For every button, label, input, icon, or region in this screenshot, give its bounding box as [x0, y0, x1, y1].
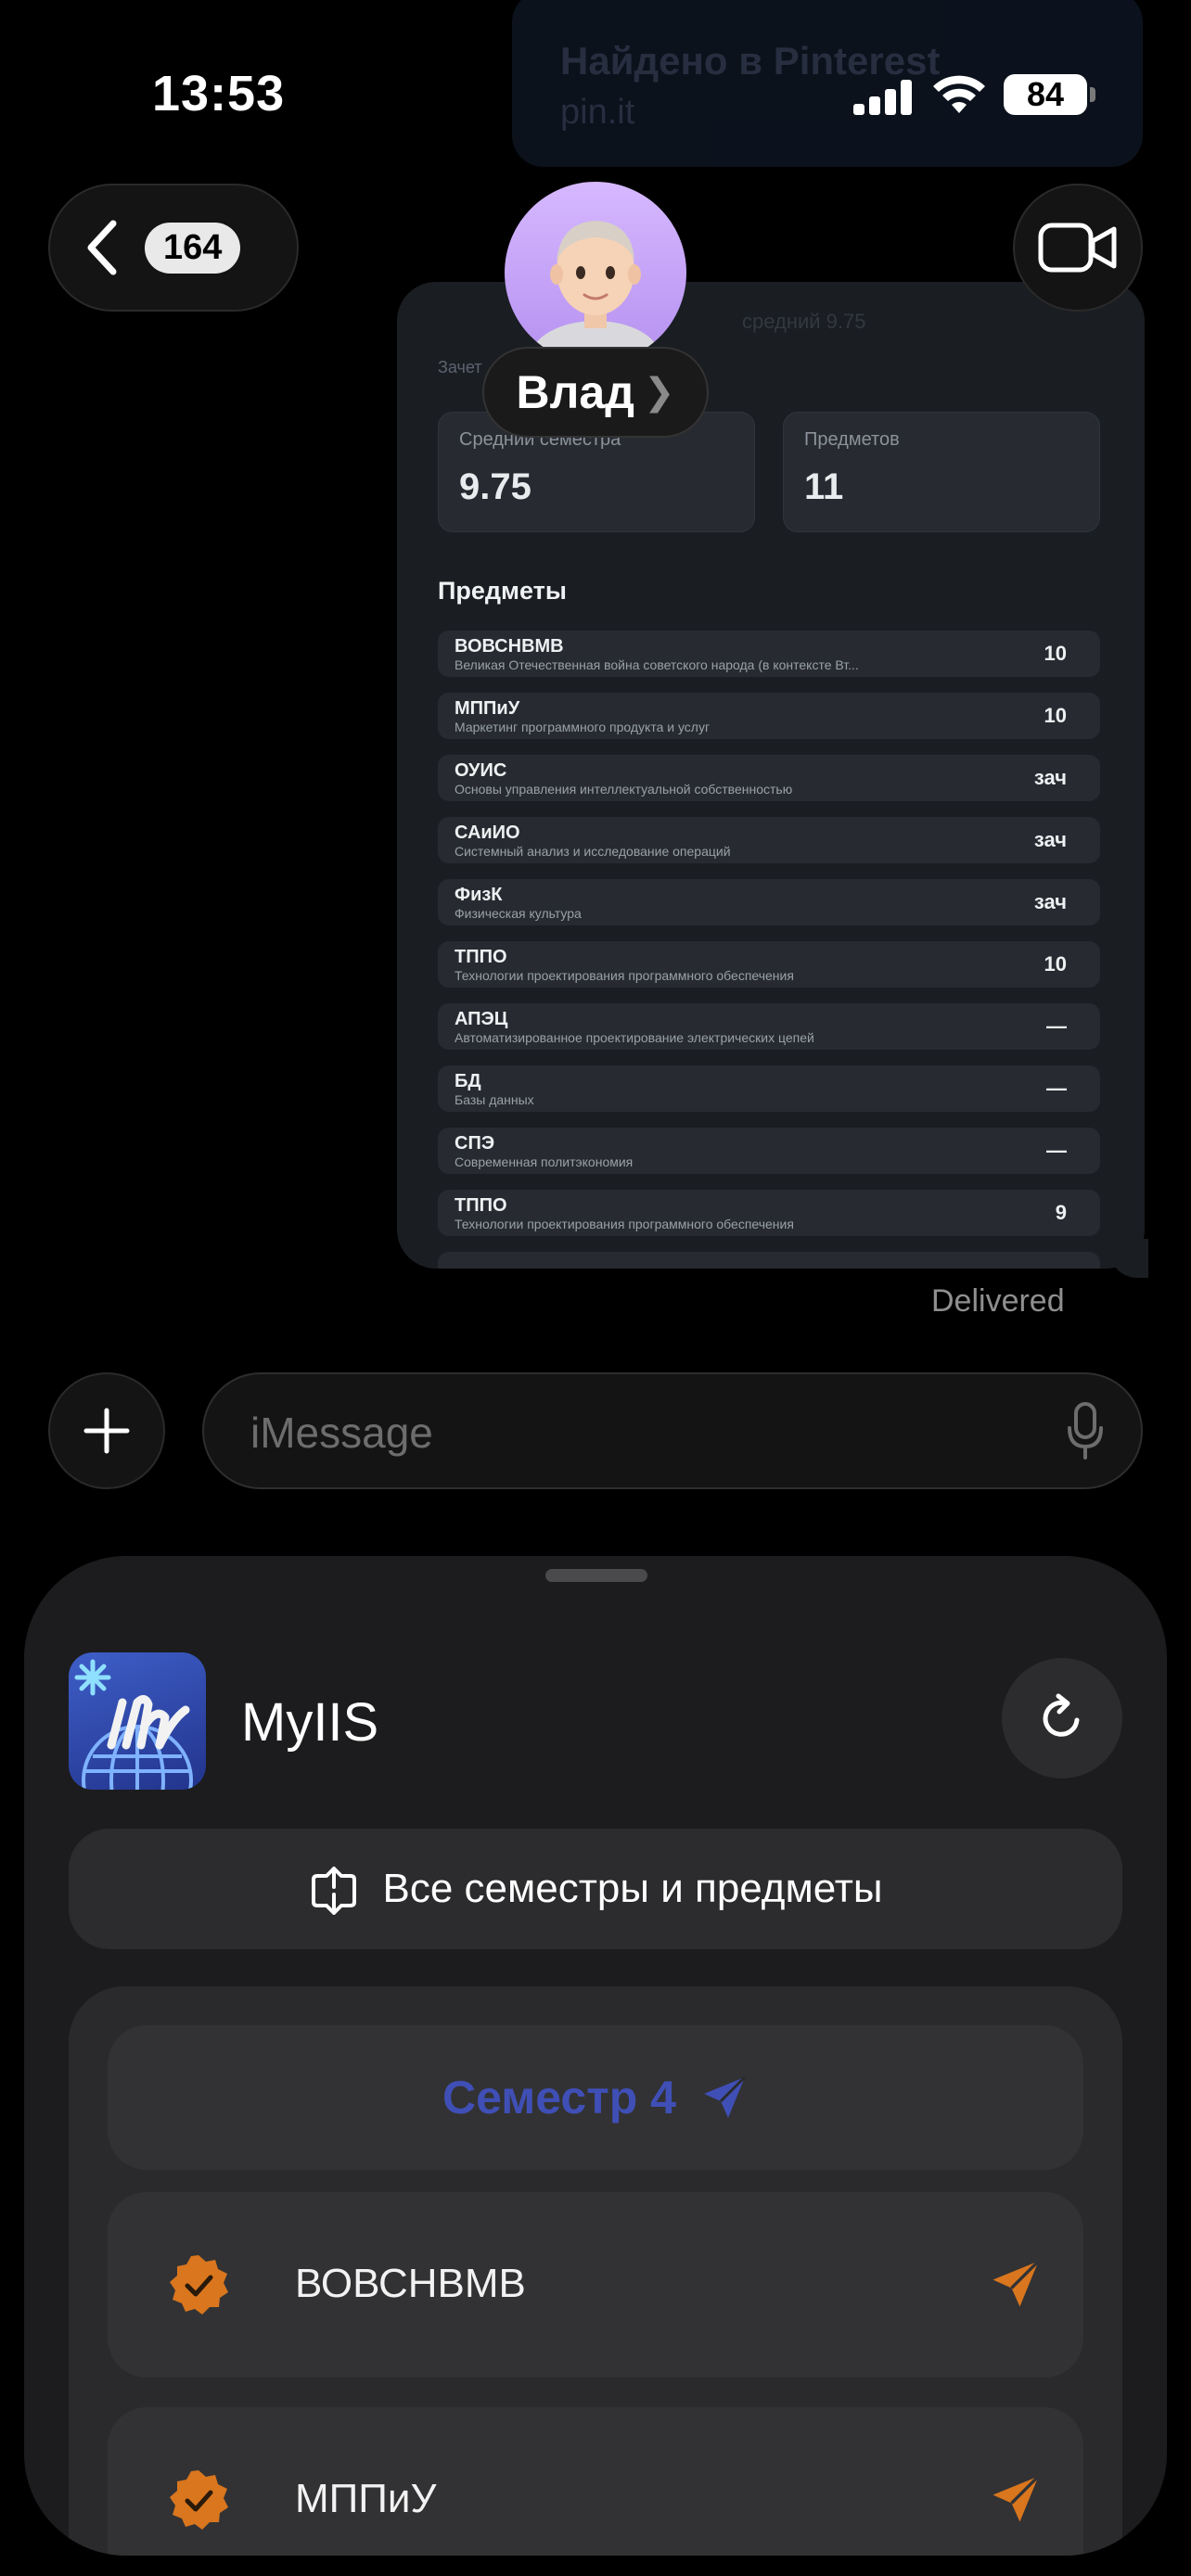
subject-name: Технологии проектирования программного о…: [455, 1217, 794, 1231]
memoji-avatar-icon: [531, 221, 660, 363]
subject-row: СПЭ Современная политэкономия —: [438, 1128, 1100, 1174]
subject-name: Маркетинг программного продукта и услуг: [455, 720, 711, 734]
wifi-icon: [933, 75, 985, 113]
subject-row-cutoff: [438, 1252, 1100, 1269]
subject-name: Технологии проектирования программного о…: [455, 968, 794, 983]
all-semesters-button[interactable]: Все семестры и предметы: [69, 1829, 1122, 1949]
subject-row: МППиУ Маркетинг программного продукта и …: [438, 693, 1100, 739]
section-label: Зачет: [438, 358, 482, 376]
refresh-button[interactable]: [1002, 1658, 1122, 1779]
subjects-heading: Предметы: [438, 577, 567, 605]
subject-item-label: ВОВСНВМВ: [295, 2261, 526, 2306]
subject-grade: зач: [1033, 766, 1067, 789]
subject-code: ВОВСНВМВ: [455, 636, 564, 657]
subject-code: ТППО: [455, 1195, 507, 1216]
back-button[interactable]: 164: [48, 184, 299, 312]
subject-code: СПЭ: [455, 1133, 495, 1154]
input-placeholder: iMessage: [250, 1409, 433, 1457]
subject-row: АПЭЦ Автоматизированное проектирование э…: [438, 1003, 1100, 1050]
subject-name: Системный анализ и исследование операций: [455, 844, 731, 859]
subject-row: ВОВСНВМВ Великая Отечественная война сов…: [438, 631, 1100, 677]
subject-row: БД Базы данных —: [438, 1065, 1100, 1112]
plus-icon: [83, 1408, 130, 1454]
subject-code: БД: [455, 1071, 481, 1091]
imessage-input[interactable]: iMessage: [202, 1372, 1143, 1489]
subject-name: Автоматизированное проектирование электр…: [455, 1030, 814, 1045]
facetime-video-button[interactable]: [1013, 184, 1143, 312]
subject-item-label: МППиУ: [295, 2476, 437, 2521]
subject-name: Физическая культура: [455, 906, 582, 921]
subject-grade: 10: [1044, 704, 1067, 727]
myiis-logo: [69, 1652, 206, 1790]
verified-badge-icon: [170, 2255, 228, 2315]
apps-plus-button[interactable]: [48, 1372, 165, 1489]
app-extension-sheet: MyIIS Все семестры и предметы Семестр 4: [24, 1556, 1167, 2556]
stat-card-subjects: Предметов 11: [783, 412, 1100, 532]
status-bar: 13:53 84: [0, 0, 1191, 185]
subject-row: САиИО Системный анализ и исследование оп…: [438, 817, 1100, 863]
refresh-icon: [1043, 1693, 1080, 1737]
subject-name: Базы данных: [455, 1092, 534, 1107]
subject-item[interactable]: МППиУ: [108, 2407, 1083, 2556]
subject-item[interactable]: ВОВСНВМВ: [108, 2192, 1083, 2378]
paper-plane-icon: [992, 2260, 1040, 2307]
paper-plane-icon: [992, 2475, 1040, 2522]
app-title: MyIIS: [241, 1692, 379, 1753]
subject-grade: зач: [1033, 828, 1067, 851]
contact-avatar[interactable]: [505, 182, 686, 363]
all-semesters-label: Все семестры и предметы: [382, 1866, 883, 1911]
delivery-status: Delivered: [931, 1283, 1065, 1319]
subject-code: МППиУ: [455, 698, 520, 719]
subject-grade: 10: [1044, 642, 1067, 665]
faded-subtitle: средний 9.75: [742, 310, 866, 333]
subject-grade: зач: [1033, 890, 1067, 913]
status-time: 13:53: [152, 66, 286, 121]
contact-name: Влад: [516, 366, 634, 418]
video-camera-icon: [1038, 223, 1117, 273]
subject-grade: —: [1046, 1014, 1067, 1038]
subject-code: ОУИС: [455, 760, 507, 781]
send-semester-button[interactable]: Семестр 4: [108, 2025, 1083, 2170]
subject-name: Великая Отечественная война советского н…: [455, 657, 859, 672]
subject-row: ТППО Технологии проектирования программн…: [438, 941, 1100, 988]
microphone-icon[interactable]: [1067, 1402, 1104, 1460]
subject-grade: 10: [1044, 952, 1067, 976]
paper-plane-icon: [703, 2075, 747, 2118]
verified-badge-icon: [170, 2470, 228, 2530]
myiis-logo-icon: [74, 1659, 193, 1790]
chevron-left-icon: [87, 220, 117, 275]
subject-grade: 9: [1055, 1201, 1067, 1224]
subject-code: ТППО: [455, 947, 507, 967]
semester-label: Семестр 4: [442, 2072, 676, 2123]
subject-code: САиИО: [455, 823, 520, 843]
subject-grade: —: [1046, 1139, 1067, 1162]
bubble-tail: [1109, 1239, 1148, 1278]
contact-name-button[interactable]: Влад ❯: [482, 347, 709, 438]
semester-panel: Семестр 4 ВОВСНВМВ МППиУ: [69, 1986, 1122, 2556]
subject-row: ОУИС Основы управления интеллектуальной …: [438, 755, 1100, 801]
subject-name: Основы управления интеллектуальной собст…: [455, 782, 793, 797]
unread-count-badge: 164: [145, 222, 241, 274]
subject-code: АПЭЦ: [455, 1009, 508, 1029]
subject-name: Современная политэкономия: [455, 1154, 634, 1169]
subject-grade: —: [1046, 1077, 1067, 1100]
sheet-grabber[interactable]: [545, 1569, 647, 1582]
stat-value: 11: [804, 466, 844, 507]
stat-label: Предметов: [804, 429, 900, 450]
cellular-signal-icon: [853, 80, 913, 115]
subject-row: ТППО Технологии проектирования программн…: [438, 1190, 1100, 1236]
share-expand-icon: [312, 1867, 357, 1915]
stat-value: 9.75: [459, 466, 531, 507]
battery-indicator: 84: [1004, 74, 1095, 115]
subject-code: ФизК: [455, 885, 503, 905]
subject-row: ФизК Физическая культура зач: [438, 879, 1100, 925]
chevron-right-icon: ❯: [643, 372, 675, 413]
